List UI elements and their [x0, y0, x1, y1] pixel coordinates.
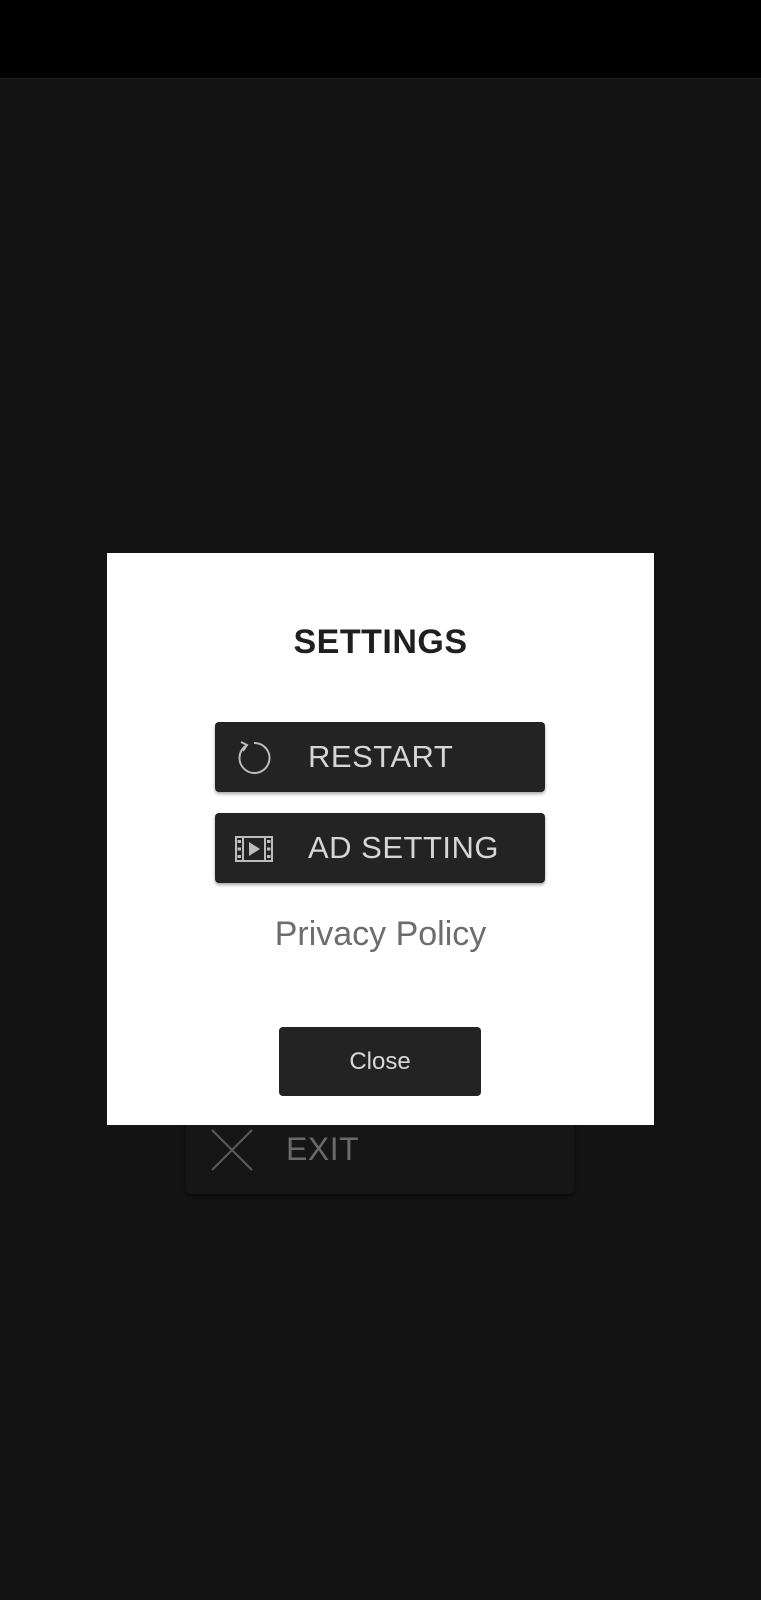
ad-setting-button[interactable]: AD SETTING	[215, 813, 545, 883]
close-button[interactable]: Close	[279, 1027, 481, 1096]
ad-setting-button-label: AD SETTING	[308, 830, 500, 865]
settings-dialog: SETTINGS RESTART AD SETTING Privacy Poli…	[107, 553, 654, 1125]
restart-icon	[235, 739, 273, 777]
dialog-title: SETTINGS	[293, 623, 468, 661]
restart-button-label: RESTART	[308, 739, 454, 774]
video-film-icon	[235, 830, 273, 868]
close-button-label: Close	[349, 1048, 411, 1075]
screen: EXIT SETTINGS RESTART AD SETTING Privacy…	[0, 0, 761, 1600]
privacy-policy-link[interactable]: Privacy Policy	[107, 915, 654, 954]
restart-button[interactable]: RESTART	[215, 722, 545, 792]
